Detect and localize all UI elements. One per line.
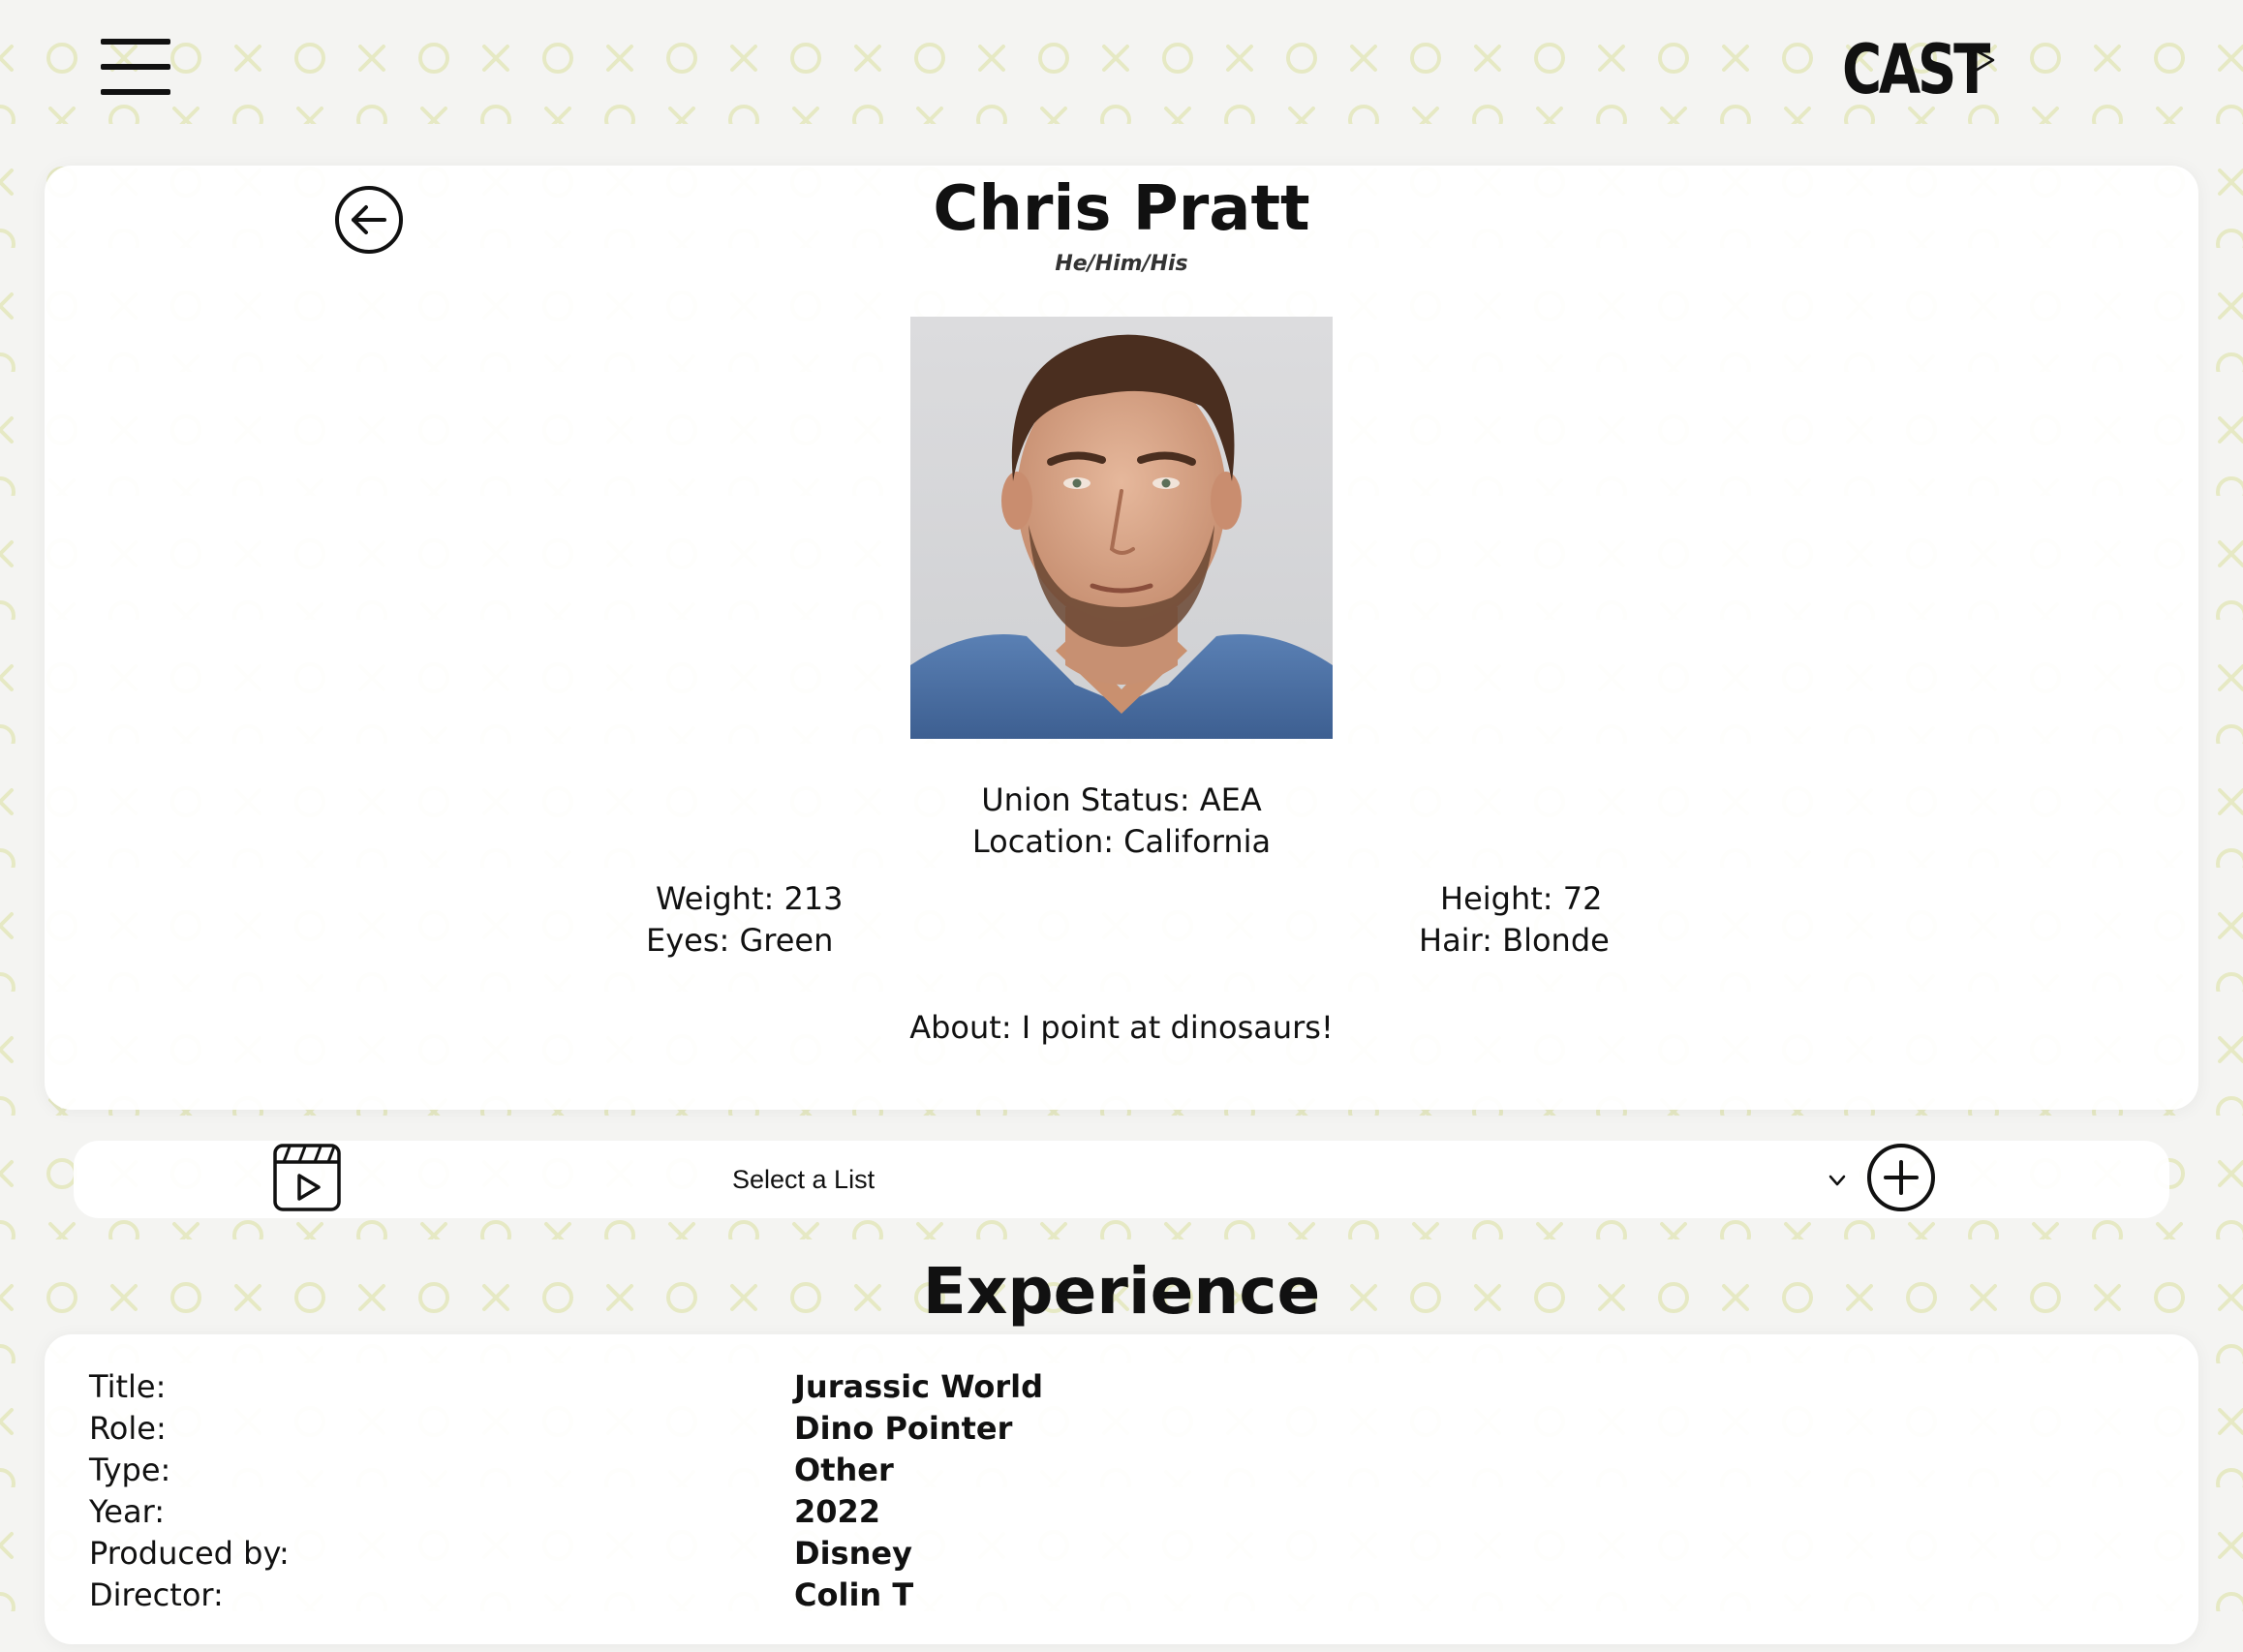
top-bar: CAST (0, 0, 2243, 136)
hamburger-icon[interactable] (101, 39, 170, 97)
profile-name: Chris Pratt (933, 173, 1310, 245)
weight: Weight: 213 (656, 880, 844, 917)
cast-logo[interactable]: CAST (1842, 31, 1997, 108)
experience-label: Role: (89, 1410, 167, 1447)
profile-photo (910, 317, 1333, 739)
select-list-value: Select a List (732, 1165, 876, 1194)
union-status: Union Status: AEA (981, 781, 1262, 818)
eyes: Eyes: Green (646, 922, 834, 959)
experience-value: Other (794, 1452, 894, 1488)
ticket-tag-icon (1966, 45, 1995, 74)
plus-circle-icon[interactable] (1866, 1143, 1936, 1212)
experience-label: Type: (89, 1452, 171, 1488)
hair: Hair: Blonde (1419, 922, 1610, 959)
arrow-left-circle-icon[interactable] (334, 185, 404, 255)
profile-pronouns: He/Him/His (1055, 252, 1188, 276)
location: Location: California (971, 823, 1272, 860)
experience-row-title: Title: Jurassic World (89, 1366, 2123, 1408)
height: Height: 72 (1440, 880, 1603, 917)
experience-label: Title: (89, 1368, 167, 1405)
chevron-down-icon (1828, 1175, 1846, 1186)
experience-value: 2022 (794, 1493, 881, 1530)
experience-heading: Experience (922, 1254, 1321, 1329)
about: About: I point at dinosaurs! (909, 1009, 1334, 1046)
experience-row-year: Year: 2022 (89, 1491, 2123, 1533)
experience-label: Year: (89, 1493, 165, 1530)
select-list-dropdown[interactable]: Select a List (724, 1143, 1859, 1216)
experience-value: Colin T (794, 1576, 914, 1613)
experience-label: Produced by: (89, 1535, 290, 1572)
video-clapperboard-icon[interactable] (272, 1143, 342, 1212)
experience-value: Dino Pointer (794, 1410, 1013, 1447)
experience-row-role: Role: Dino Pointer (89, 1408, 2123, 1450)
experience-row-director: Director: Colin T (89, 1575, 2123, 1616)
experience-value: Disney (794, 1535, 912, 1572)
experience-value: Jurassic World (794, 1368, 1044, 1405)
experience-row-type: Type: Other (89, 1450, 2123, 1491)
experience-row-producer: Produced by: Disney (89, 1533, 2123, 1575)
experience-label: Director: (89, 1576, 224, 1613)
